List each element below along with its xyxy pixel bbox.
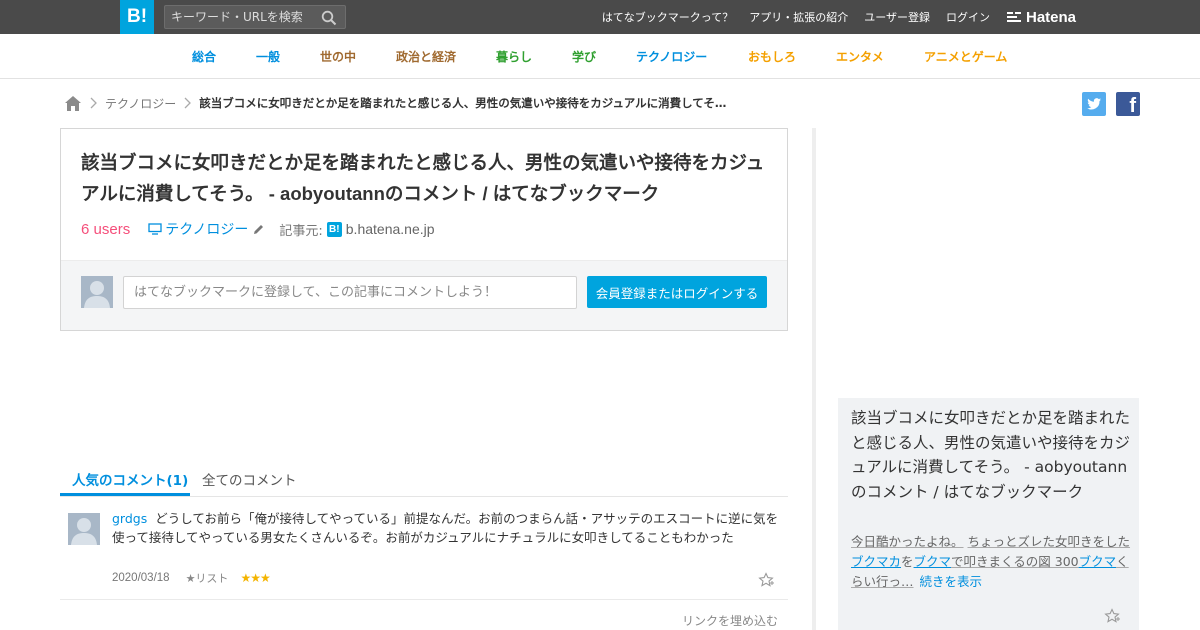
category-general[interactable]: 一般	[256, 48, 280, 65]
category-knowledge[interactable]: 学び	[572, 48, 596, 65]
hatena-brand-link[interactable]: Hatena	[1006, 8, 1076, 26]
desc-part: 今日酷かったよね。	[851, 534, 964, 549]
comment-tabs: 人気のコメント(1) 全てのコメント	[60, 462, 788, 497]
hatena-brand-text: Hatena	[1026, 8, 1077, 26]
signup-link[interactable]: ユーザー登録	[864, 9, 930, 25]
column-divider	[812, 128, 816, 630]
top-bar: B! はてなブックマークって？ アプリ・拡張の紹介 ユーザー登録 ログイン Ha…	[0, 0, 1200, 34]
breadcrumb: テクノロジー 該当ブコメに女叩きだとか足を踏まれたと感じる人、男性の気遣いや接待…	[64, 94, 726, 112]
star-rating: ★★★	[240, 571, 270, 585]
source-domain-link[interactable]: b.hatena.ne.jp	[346, 221, 435, 237]
comment-text: どうしてお前ら「俺が接待してやっている」前提なんだ。お前のつまらん話・アサッテの…	[112, 511, 779, 545]
category-fun[interactable]: おもしろ	[748, 48, 796, 65]
source-icon: B!	[326, 221, 342, 237]
comment-footer: 2020/03/18 ★リスト ★★★	[112, 570, 271, 586]
category-game[interactable]: アニメとゲーム	[924, 48, 1007, 65]
category-social[interactable]: 世の中	[320, 48, 356, 65]
chevron-right-icon	[184, 97, 192, 109]
desc-part: を	[901, 554, 914, 569]
breadcrumb-category[interactable]: テクノロジー	[105, 95, 176, 112]
sidebar-entry-description: 今日酷かったよね。 ちょっとズレた女叩きをしたブクマカをブクマで叩きまくるの図 …	[851, 532, 1131, 592]
keyword-link[interactable]: ブクマ	[914, 554, 952, 569]
hatena-brand-icon	[1007, 12, 1021, 22]
top-links: はてなブックマークって？ アプリ・拡張の紹介 ユーザー登録 ログイン	[586, 0, 990, 34]
search-icon[interactable]	[321, 10, 337, 26]
star-list-link[interactable]: ★リスト	[186, 570, 229, 586]
keyword-link[interactable]: ブクマ	[1079, 554, 1117, 569]
comment-body: grdgs どうしてお前ら「俺が接待してやっている」前提なんだ。お前のつまらん話・…	[112, 510, 780, 547]
twitter-share-button[interactable]	[1082, 92, 1106, 116]
user-silhouette-icon	[71, 518, 97, 545]
comment-input[interactable]	[123, 276, 577, 309]
add-star-icon[interactable]	[1104, 608, 1120, 624]
breadcrumb-current: 該当ブコメに女叩きだとか足を踏まれたと感じる人、男性の気遣いや接待をカジュアルに…	[199, 96, 727, 110]
embed-link[interactable]: リンクを埋め込む	[682, 612, 778, 629]
facebook-share-button[interactable]: f	[1116, 92, 1140, 117]
pencil-icon[interactable]	[252, 223, 265, 236]
register-login-button[interactable]: 会員登録またはログインする	[587, 276, 767, 308]
active-tab-indicator	[60, 493, 190, 496]
login-link[interactable]: ログイン	[946, 9, 990, 25]
comment-username[interactable]: grdgs	[112, 511, 147, 526]
twitter-icon	[1087, 98, 1101, 110]
comment-date[interactable]: 2020/03/18	[112, 572, 170, 584]
entry-card: 該当ブコメに女叩きだとか足を踏まれたと感じる人、男性の気遣いや接待をカジュアルに…	[60, 128, 788, 331]
user-silhouette-icon	[84, 281, 110, 308]
about-link[interactable]: はてなブックマークって？	[602, 9, 733, 25]
entry-category-link[interactable]: テクノロジー	[148, 219, 265, 239]
add-star-icon[interactable]	[758, 572, 774, 588]
category-it[interactable]: テクノロジー	[636, 48, 707, 65]
hatena-bookmark-logo[interactable]: B!	[120, 0, 154, 34]
category-economics[interactable]: 政治と経済	[396, 48, 456, 65]
tab-all-comments[interactable]: 全てのコメント	[202, 469, 297, 489]
category-life[interactable]: 暮らし	[496, 48, 532, 65]
chevron-right-icon	[90, 97, 97, 109]
comment-item: grdgs どうしてお前ら「俺が接待してやっている」前提なんだ。お前のつまらん話・…	[60, 506, 788, 600]
tab-popular-comments[interactable]: 人気のコメント(1)	[72, 469, 188, 489]
sidebar-entry-title: 該当ブコメに女叩きだとか足を踏まれたと感じる人、男性の気遣いや接待をカジュアルに…	[851, 409, 1131, 501]
keyword-link[interactable]: ブクマカ	[851, 554, 901, 569]
entry-meta: 6 users テクノロジー 記事元: B! b.hatena.ne.jp	[81, 219, 435, 239]
avatar[interactable]	[68, 513, 100, 545]
desc-part: で叩きまくるの図 300	[951, 554, 1079, 569]
sidebar-entry-card: 該当ブコメに女叩きだとか足を踏まれたと感じる人、男性の気遣いや接待をカジュアルに…	[838, 398, 1139, 630]
search-box	[164, 5, 346, 29]
desc-part: ちょっとズレた女叩きをした	[967, 534, 1131, 549]
search-input[interactable]	[171, 8, 321, 26]
monitor-icon	[148, 223, 162, 235]
category-all[interactable]: 総合	[192, 48, 216, 65]
entry-category-label: テクノロジー	[165, 222, 249, 238]
show-more-link[interactable]: 続きを表示	[920, 574, 983, 589]
home-icon[interactable]	[64, 95, 82, 112]
category-entertainment[interactable]: エンタメ	[836, 48, 884, 65]
facebook-icon: f	[1129, 95, 1136, 117]
avatar	[81, 276, 113, 308]
apps-link[interactable]: アプリ・拡張の紹介	[749, 9, 848, 25]
source-label: 記事元:	[279, 223, 323, 239]
entry-title: 該当ブコメに女叩きだとか足を踏まれたと感じる人、男性の気遣いや接待をカジュアルに…	[81, 152, 765, 204]
comment-form: 会員登録またはログインする	[61, 260, 787, 330]
users-count[interactable]: 6 users	[81, 221, 130, 238]
category-nav: 総合 一般 世の中 政治と経済 暮らし 学び テクノロジー おもしろ エンタメ …	[0, 34, 1200, 79]
